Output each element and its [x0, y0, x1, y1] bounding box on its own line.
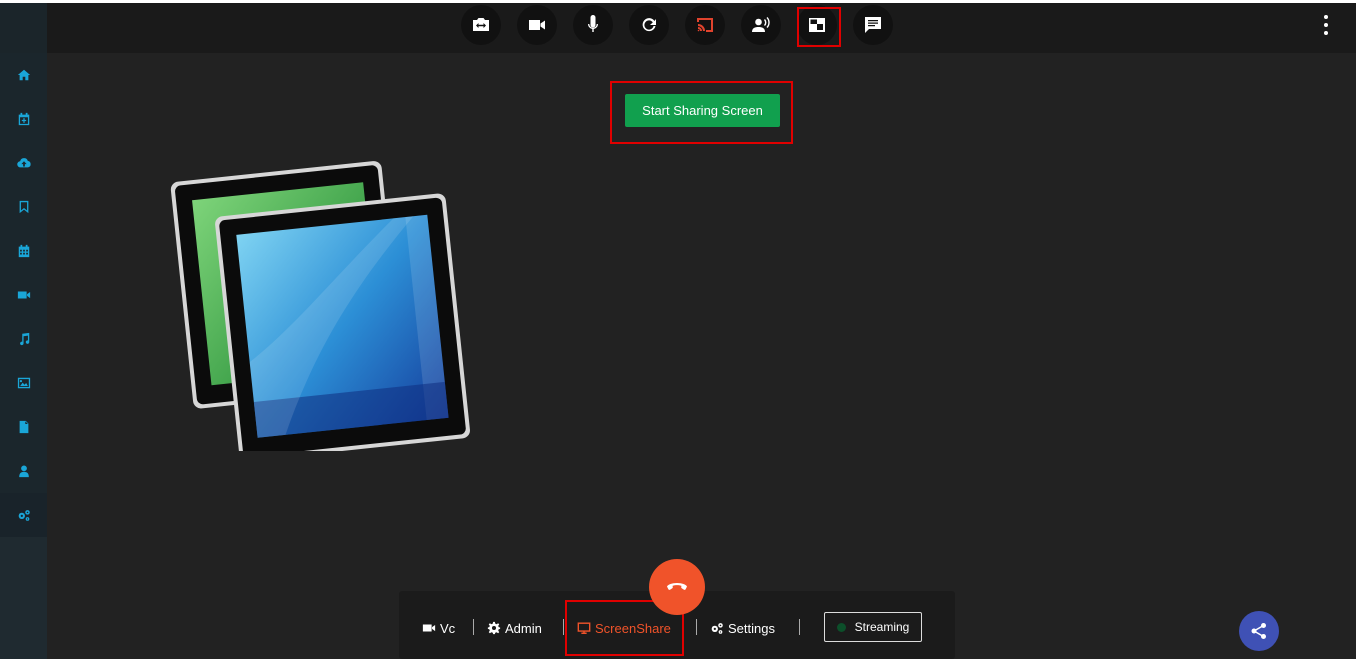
gears-icon [711, 623, 723, 634]
home-icon [17, 69, 30, 81]
sidebar-item-schedule[interactable] [0, 97, 47, 141]
tab-settings[interactable]: Settings [710, 619, 775, 637]
sidebar-item-documents[interactable] [0, 405, 47, 449]
tab-vc[interactable]: Vc [422, 619, 455, 637]
share-button[interactable] [1239, 611, 1279, 651]
blue-screen [215, 193, 470, 451]
chat-button[interactable] [853, 5, 893, 45]
video-camera-icon [17, 291, 30, 299]
refresh-icon [642, 18, 656, 32]
sidebar-item-settings[interactable] [0, 493, 47, 537]
chat-icon [865, 17, 881, 33]
speaking-user-icon [752, 17, 770, 32]
end-call-icon [667, 583, 687, 590]
music-note-icon [19, 332, 29, 346]
sidebar-item-images[interactable] [0, 361, 47, 405]
more-menu-button[interactable] [1320, 13, 1332, 37]
calendar-icon [18, 244, 29, 258]
sidebar [0, 3, 47, 659]
tab-vc-label: Vc [440, 620, 456, 636]
sidebar-item-home[interactable] [0, 53, 47, 97]
sidebar-item-music[interactable] [0, 317, 47, 361]
share-icon [1251, 623, 1266, 639]
sidebar-item-upload[interactable] [0, 141, 47, 185]
video-camera-icon [529, 20, 545, 30]
microphone-toggle-button[interactable] [573, 5, 613, 45]
divider [473, 619, 474, 635]
divider [563, 619, 564, 635]
divider [696, 619, 697, 635]
streaming-label: Streaming [854, 620, 910, 634]
refresh-button[interactable] [629, 5, 669, 45]
sidebar-header [0, 3, 47, 53]
streaming-button[interactable]: Streaming [824, 612, 922, 642]
cloud-upload-icon [16, 158, 31, 168]
screen-share-illustration [170, 161, 470, 451]
calendar-plus-icon [18, 112, 29, 126]
sidebar-item-users[interactable] [0, 449, 47, 493]
cast-icon [697, 18, 713, 32]
more-vertical-icon [1324, 15, 1328, 19]
switch-camera-icon [473, 18, 489, 31]
settings-gears-icon [18, 510, 30, 521]
camera-toggle-button[interactable] [517, 5, 557, 45]
start-sharing-button[interactable]: Start Sharing Screen [625, 94, 780, 127]
divider [799, 619, 800, 635]
app-window: Start Sharing Screen Vc Admin ScreenShar… [0, 3, 1356, 659]
tab-admin[interactable]: Admin [487, 619, 542, 637]
sidebar-item-calendar[interactable] [0, 229, 47, 273]
speaker-view-button[interactable] [741, 5, 781, 45]
bookmark-icon [19, 200, 28, 214]
microphone-icon [587, 15, 599, 32]
video-camera-icon [422, 624, 436, 632]
top-toolbar [47, 3, 1356, 53]
tab-settings-label: Settings [728, 620, 775, 636]
document-icon [19, 420, 28, 434]
gear-icon [487, 621, 501, 635]
end-call-button[interactable] [649, 559, 705, 615]
sidebar-item-video[interactable] [0, 273, 47, 317]
switch-camera-button[interactable] [461, 5, 501, 45]
cast-button[interactable] [685, 5, 725, 45]
image-icon [17, 377, 30, 389]
tab-admin-label: Admin [505, 620, 542, 636]
sidebar-item-bookmarks[interactable] [0, 185, 47, 229]
user-icon [18, 465, 29, 478]
streaming-status-dot [836, 622, 846, 632]
pip-button-highlight [797, 7, 841, 47]
